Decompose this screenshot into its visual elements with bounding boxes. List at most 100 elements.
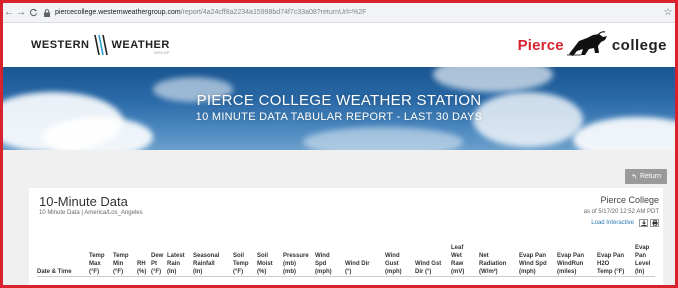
column-header[interactable]: Seasonal Rainfall (In) bbox=[193, 244, 233, 277]
column-header[interactable]: Wind Dir (°) bbox=[345, 244, 385, 277]
url-path: /report/4a24cff8a2234a15998bd74f7c33a08?… bbox=[180, 9, 367, 16]
column-header-line: Leaf bbox=[451, 245, 464, 251]
address-bar[interactable]: piercecollege.westernweathergroup.com/re… bbox=[43, 6, 655, 20]
column-header-line: Temp bbox=[89, 253, 105, 259]
logo-word-western: WESTERN bbox=[31, 39, 90, 51]
banner-subtitle: 10 MINUTE DATA TABULAR REPORT - LAST 30 … bbox=[195, 111, 483, 123]
print-glyph bbox=[652, 220, 657, 226]
column-header-line bbox=[385, 244, 412, 252]
column-header[interactable]: Wind Gust (mph) bbox=[385, 244, 415, 277]
column-header[interactable]: Wind Gst Dir (°) bbox=[415, 244, 451, 277]
column-header[interactable]: Temp Max (°F) bbox=[89, 244, 113, 277]
banner-title: PIERCE COLLEGE WEATHER STATION bbox=[196, 92, 482, 109]
column-header-line: Wind Gst bbox=[415, 261, 442, 267]
bookmark-star-icon[interactable]: ☆ bbox=[661, 7, 675, 18]
column-header[interactable]: RH (%) bbox=[137, 244, 151, 277]
column-header-line: Moist bbox=[257, 261, 273, 267]
column-header-line: Pt bbox=[151, 261, 157, 267]
column-header-line: (mV) bbox=[451, 269, 465, 275]
column-header-line: Latest bbox=[167, 253, 185, 259]
column-header-line bbox=[257, 244, 280, 252]
column-header-line: (mb) bbox=[283, 269, 296, 275]
column-header-line: (miles) bbox=[557, 269, 577, 275]
column-header[interactable]: Dew Pt (°F) bbox=[151, 244, 167, 277]
column-header[interactable]: Wind Spd (mph) bbox=[315, 244, 345, 277]
column-header-line: Net bbox=[479, 253, 489, 259]
column-header-line: RH bbox=[137, 261, 146, 267]
column-header-line bbox=[233, 244, 254, 252]
column-header[interactable]: Date & Time bbox=[37, 244, 89, 277]
hero-banner: PIERCE COLLEGE WEATHER STATION 10 MINUTE… bbox=[3, 67, 675, 150]
return-arrow-icon: ↰ bbox=[631, 173, 637, 181]
brahma-bull-icon bbox=[566, 31, 607, 56]
column-header-line: (%) bbox=[137, 269, 147, 275]
column-header-line: Wind bbox=[315, 253, 330, 259]
column-header-line: (°F) bbox=[89, 269, 100, 275]
column-header-line: Date & Time bbox=[37, 269, 72, 275]
column-header-line: Seasonal bbox=[193, 253, 220, 259]
column-header[interactable]: Latest Rain (In) bbox=[167, 244, 193, 277]
column-header[interactable]: Soil Temp (°F) bbox=[233, 244, 257, 277]
column-header-line: (°F) bbox=[113, 269, 124, 275]
column-header-line bbox=[89, 244, 110, 252]
column-header-line: Evap Pan bbox=[557, 253, 585, 259]
column-header-line: Rainfall bbox=[193, 261, 215, 267]
column-header[interactable]: Evap Pan WindRun (miles) bbox=[557, 244, 597, 277]
banner-cloud bbox=[433, 67, 553, 92]
load-interactive-link[interactable]: Load Interactive bbox=[591, 220, 634, 226]
logo-word-weather: WEATHER GROUP bbox=[112, 39, 170, 55]
reload-button[interactable] bbox=[27, 5, 39, 21]
column-header-line bbox=[479, 244, 516, 252]
column-header-line: Gust bbox=[385, 261, 399, 267]
lock-icon bbox=[44, 8, 50, 17]
column-header[interactable]: Pressure (mb) (mb) bbox=[283, 244, 315, 277]
column-header-line: (°F) bbox=[233, 269, 244, 275]
column-header-line bbox=[345, 244, 382, 252]
print-icon[interactable] bbox=[650, 219, 659, 227]
logo-word-pierce: Pierce bbox=[517, 36, 564, 54]
report-panel: 10-Minute Data 10 Minute Data | America/… bbox=[29, 188, 663, 285]
column-header-line bbox=[415, 244, 448, 252]
column-header[interactable]: Evap Pan Level (In) bbox=[635, 244, 655, 277]
column-header-line: (In) bbox=[167, 269, 177, 275]
column-header[interactable]: Net Radiation (W/m²) bbox=[479, 244, 519, 277]
column-header-line: Evap bbox=[635, 245, 650, 251]
column-header[interactable]: Evap Pan Wind Spd (mph) bbox=[519, 244, 557, 277]
column-header[interactable]: Temp Min (°F) bbox=[113, 244, 137, 277]
column-header-line: H2O bbox=[597, 261, 610, 267]
back-button[interactable]: ← bbox=[3, 5, 15, 21]
screenshot-frame: ← → piercecollege.westernweathergroup.co… bbox=[0, 0, 678, 288]
site-header: WESTERN WEATHER GROUP Pierce college bbox=[3, 23, 675, 67]
western-weather-logo[interactable]: WESTERN WEATHER GROUP bbox=[31, 33, 170, 57]
column-header-line: Dew bbox=[151, 253, 164, 259]
column-header-line bbox=[415, 252, 448, 260]
column-header-line: (°) bbox=[345, 269, 352, 275]
column-header-line: Pan bbox=[635, 253, 647, 259]
column-header-line: (In) bbox=[193, 269, 203, 275]
column-header-line: Evap Pan bbox=[597, 253, 625, 259]
column-header-line bbox=[137, 252, 148, 260]
column-header-line: WindRun bbox=[557, 261, 584, 267]
column-header-line: Rain bbox=[167, 261, 181, 267]
column-header-line: Wet bbox=[451, 253, 462, 259]
column-header-line: Radiation bbox=[479, 261, 507, 267]
column-header-line bbox=[345, 252, 382, 260]
column-header-line bbox=[37, 260, 86, 268]
column-header[interactable]: Evap Pan H2O Temp (°F) bbox=[597, 244, 635, 277]
column-header-line bbox=[557, 244, 594, 252]
forward-button[interactable]: → bbox=[15, 5, 27, 21]
download-icon[interactable] bbox=[639, 219, 648, 227]
column-header-line bbox=[37, 252, 86, 260]
download-glyph bbox=[641, 220, 646, 226]
column-header[interactable]: Leaf Wet Raw (mV) bbox=[451, 244, 479, 277]
pierce-college-logo[interactable]: Pierce college bbox=[518, 31, 667, 59]
table-header-row: Date & Time Temp Max (°F) Temp Min (°F) RH (%… bbox=[37, 244, 655, 277]
page-content: ↰ Return 10-Minute Data 10 Minute Data |… bbox=[3, 150, 675, 285]
return-button[interactable]: ↰ Return bbox=[625, 169, 667, 184]
column-header-line bbox=[597, 244, 632, 252]
column-header-line bbox=[519, 244, 554, 252]
column-header-line: (%) bbox=[257, 269, 267, 275]
logo-stripes-icon bbox=[93, 34, 108, 56]
column-header[interactable]: Soil Moist (%) bbox=[257, 244, 283, 277]
column-header-line bbox=[151, 244, 164, 252]
